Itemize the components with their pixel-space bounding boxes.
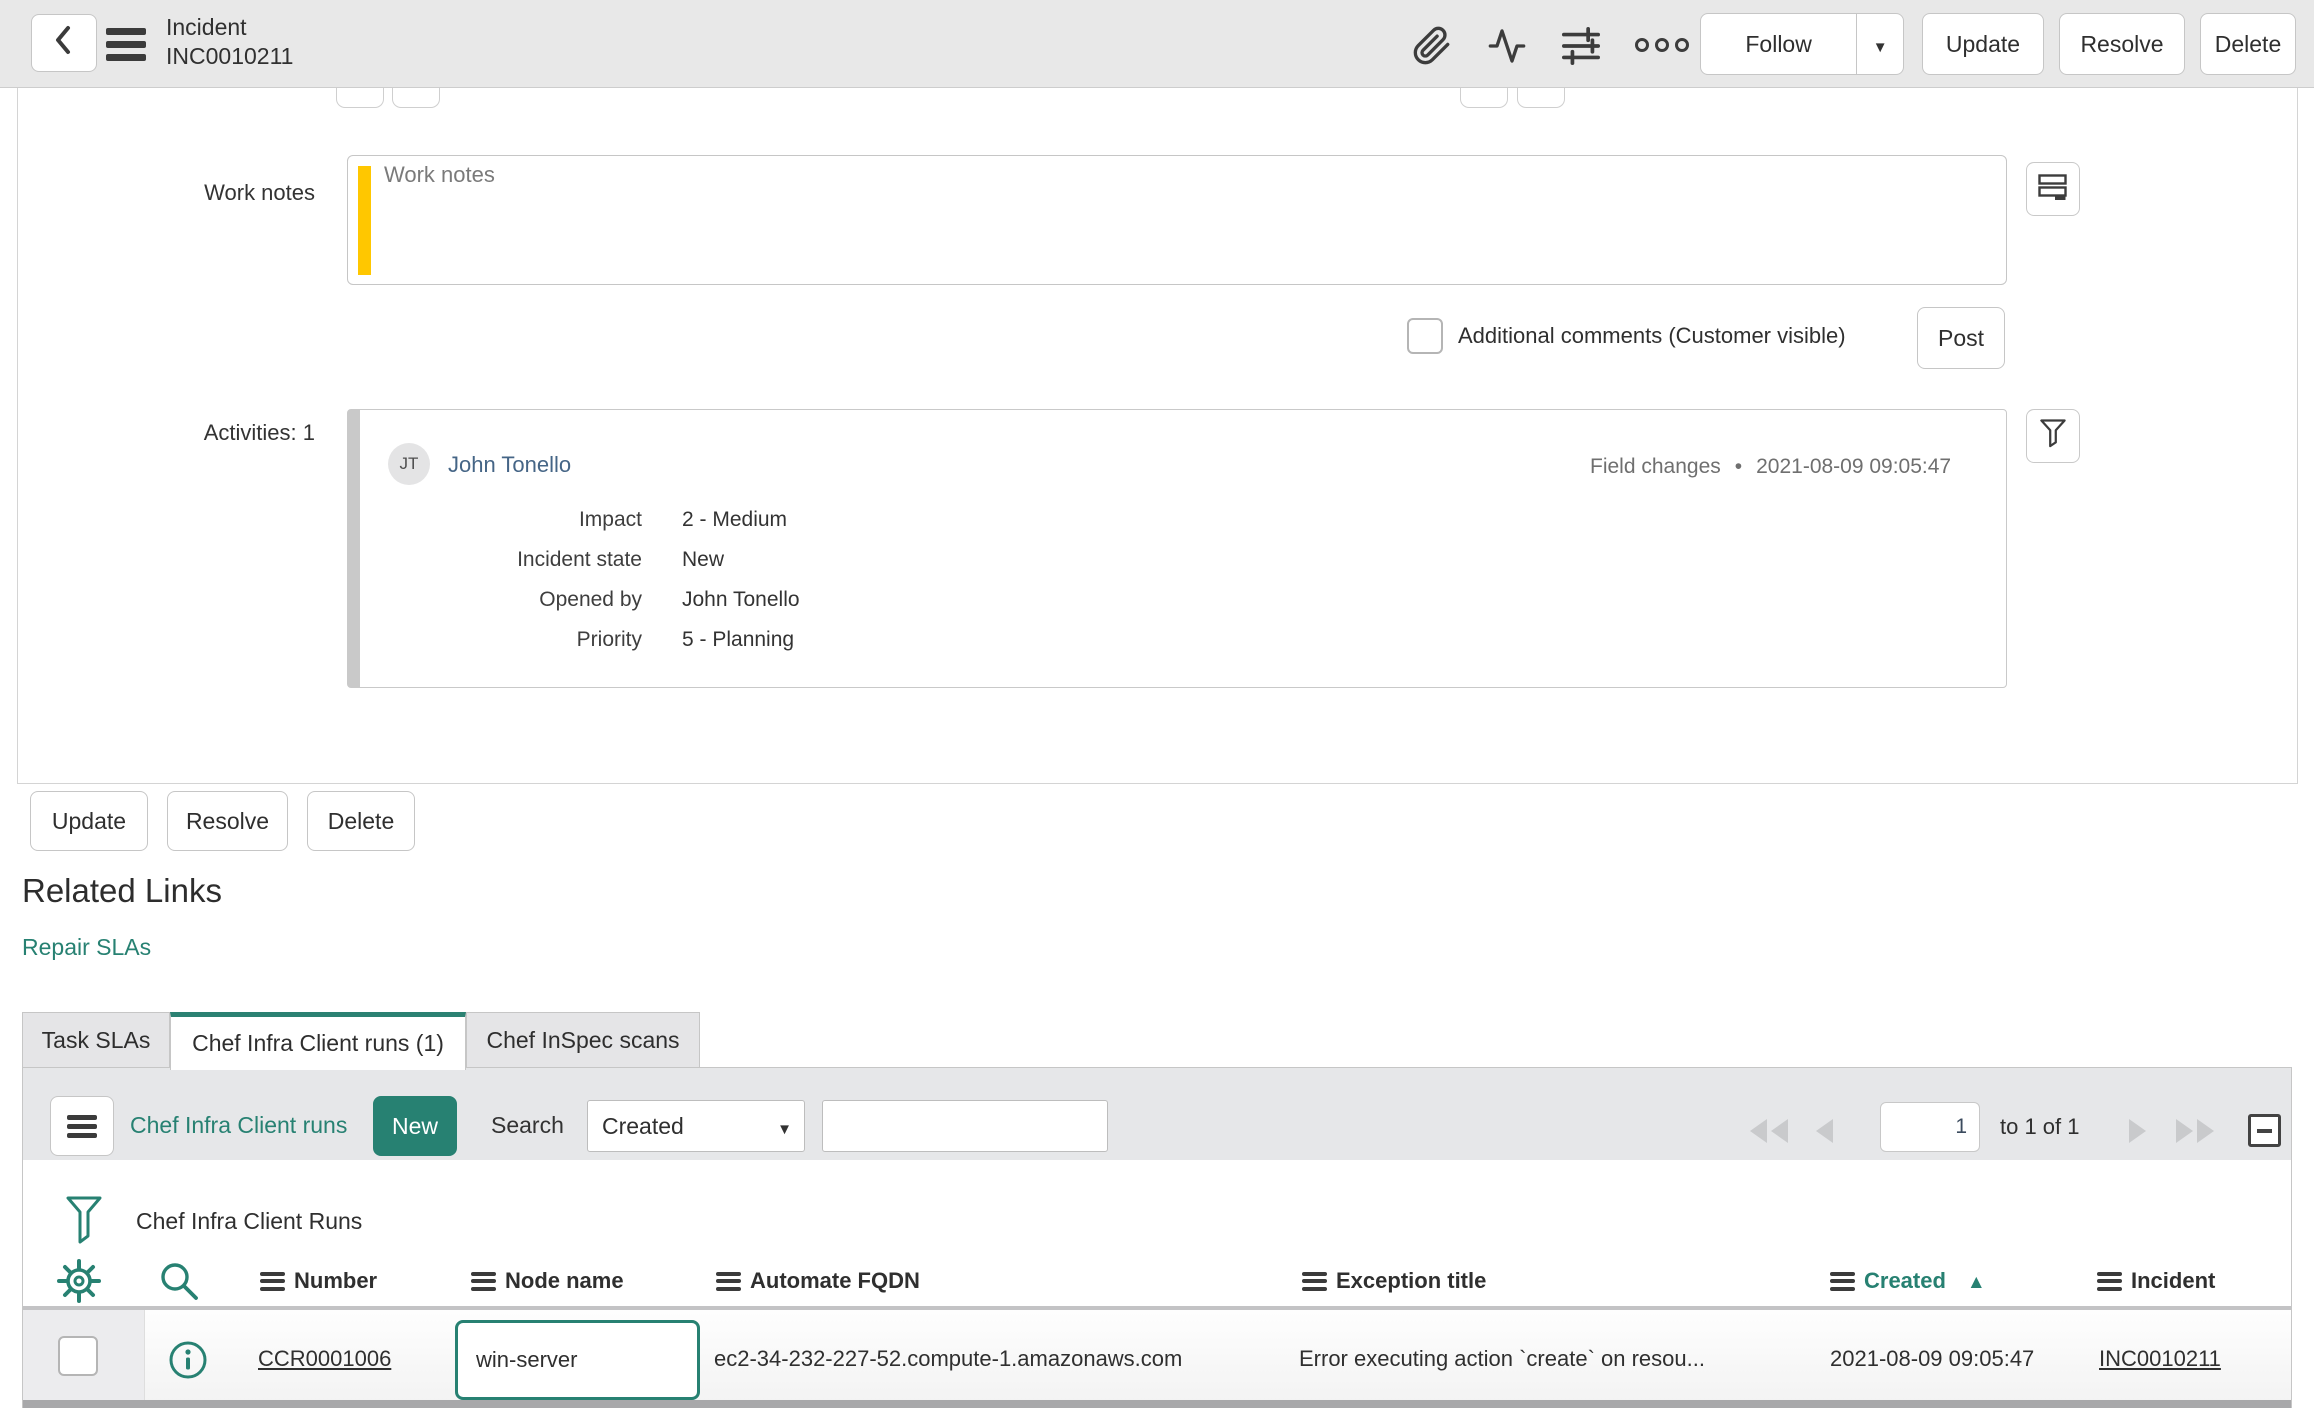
- pagination-range: to 1 of 1: [2000, 1114, 2080, 1139]
- list-title: Chef Infra Client Runs: [136, 1208, 363, 1234]
- column-header-exception-title[interactable]: Exception title: [1302, 1268, 1486, 1294]
- column-header-created[interactable]: Created: [1830, 1268, 1986, 1294]
- list-search-input[interactable]: [822, 1100, 1108, 1152]
- sort-ascending-icon: [1955, 1268, 1986, 1294]
- list-menu-button[interactable]: [50, 1096, 114, 1156]
- search-field-select[interactable]: Created: [587, 1100, 805, 1152]
- column-menu-icon: [471, 1271, 496, 1291]
- more-options-icon[interactable]: [1634, 36, 1692, 54]
- clipped-button[interactable]: [392, 88, 440, 108]
- chevron-down-icon: [777, 1113, 792, 1140]
- additional-comments-checkbox[interactable]: [1407, 318, 1443, 354]
- row-checkbox[interactable]: [58, 1336, 98, 1376]
- follow-label: Follow: [1745, 30, 1812, 57]
- page-number-input[interactable]: [1880, 1102, 1980, 1152]
- search-label: Search: [491, 1112, 564, 1138]
- related-links-title: Related Links: [22, 872, 222, 909]
- field-label: Impact: [578, 508, 642, 531]
- field-label: Incident state: [517, 548, 642, 571]
- work-notes-label: Work notes: [204, 180, 315, 205]
- clipped-button[interactable]: [1460, 88, 1508, 108]
- additional-comments-label: Additional comments (Customer visible): [1458, 323, 1846, 348]
- previous-page-button[interactable]: [1812, 1117, 1836, 1145]
- resolve-button[interactable]: Resolve: [167, 791, 288, 851]
- toggle-activity-stream-button[interactable]: [2026, 162, 2080, 216]
- post-button[interactable]: Post: [1917, 307, 2005, 369]
- work-notes-field: [347, 155, 2007, 285]
- header-delete-button[interactable]: Delete: [2200, 13, 2296, 75]
- field-label: Priority: [576, 628, 642, 651]
- avatar: JT: [388, 443, 430, 485]
- header-resolve-button[interactable]: Resolve: [2059, 13, 2185, 75]
- tab-chef-infra-client-runs[interactable]: Chef Infra Client runs (1): [170, 1012, 466, 1070]
- row-automate-fqdn: ec2-34-232-227-52.compute-1.amazonaws.co…: [714, 1346, 1183, 1371]
- info-icon[interactable]: [168, 1340, 208, 1385]
- activity-timestamp: 2021-08-09 09:05:47: [1756, 455, 1952, 478]
- activity-field-changes: Impact 2 - Medium Incident state New Ope…: [372, 508, 800, 652]
- chevron-down-icon: [1873, 31, 1888, 58]
- incident-page: Incident INC0010211 Follow Update Resolv…: [0, 0, 2314, 1408]
- row-incident-link[interactable]: INC0010211: [2099, 1346, 2221, 1372]
- field-value: John Tonello: [682, 588, 800, 611]
- funnel-icon: [2040, 418, 2066, 454]
- row-number-link[interactable]: CCR0001006: [258, 1346, 391, 1372]
- column-search-icon[interactable]: [158, 1260, 200, 1307]
- field-value: 2 - Medium: [682, 508, 788, 531]
- record-type: Incident: [166, 14, 247, 40]
- tab-task-slas[interactable]: Task SLAs: [22, 1012, 170, 1067]
- attachment-icon[interactable]: [1412, 26, 1452, 66]
- stream-rows-icon: [2038, 173, 2068, 205]
- row-exception-title: Error executing action `create` on resou…: [1299, 1346, 1705, 1371]
- page-title: Incident INC0010211: [166, 13, 293, 71]
- back-icon: [51, 24, 77, 62]
- follow-dropdown[interactable]: [1856, 13, 1903, 75]
- search-field-selected: Created: [602, 1112, 684, 1139]
- clipped-button[interactable]: [336, 88, 384, 108]
- column-menu-icon: [1830, 1271, 1855, 1291]
- activity-filter-button[interactable]: [2026, 409, 2080, 463]
- column-menu-icon: [2097, 1271, 2122, 1291]
- first-page-button[interactable]: [1746, 1117, 1792, 1145]
- menu-icon[interactable]: [106, 28, 146, 61]
- header-update-button[interactable]: Update: [1922, 13, 2044, 75]
- column-header-number[interactable]: Number: [260, 1268, 377, 1294]
- meta-separator: •: [1734, 455, 1743, 478]
- delete-button[interactable]: Delete: [307, 791, 415, 851]
- personalize-form-icon[interactable]: [1560, 26, 1602, 66]
- column-menu-icon: [1302, 1271, 1327, 1291]
- field-value: New: [682, 548, 725, 571]
- next-page-button[interactable]: [2126, 1117, 2150, 1145]
- activity-author: John Tonello: [448, 452, 572, 477]
- column-header-node-name[interactable]: Node name: [471, 1268, 624, 1294]
- list-filter-icon[interactable]: [66, 1196, 102, 1253]
- row-created: 2021-08-09 09:05:47: [1830, 1346, 2035, 1371]
- activities-label: Activities: 1: [203, 420, 315, 445]
- new-record-button[interactable]: New: [373, 1096, 457, 1156]
- list-breadcrumb-link[interactable]: Chef Infra Client runs: [130, 1112, 347, 1139]
- activity-stream-icon[interactable]: [1486, 26, 1528, 66]
- activity-type: Field changes: [1590, 455, 1721, 478]
- column-header-automate-fqdn[interactable]: Automate FQDN: [716, 1268, 920, 1294]
- work-notes-accent-bar: [358, 166, 371, 275]
- repair-slas-link[interactable]: Repair SLAs: [22, 934, 151, 961]
- back-button[interactable]: [31, 14, 97, 72]
- list-bottom-edge: [23, 1400, 2291, 1408]
- work-notes-input[interactable]: [384, 162, 1994, 278]
- gear-icon[interactable]: [56, 1258, 102, 1309]
- tab-chef-inspec-scans[interactable]: Chef InSpec scans: [466, 1012, 700, 1067]
- activity-meta: Field changes • 2021-08-09 09:05:47: [1590, 455, 1951, 479]
- follow-button[interactable]: Follow: [1700, 13, 1904, 75]
- menu-icon: [67, 1114, 97, 1138]
- column-header-incident[interactable]: Incident: [2097, 1268, 2215, 1294]
- row-node-name-cell[interactable]: win-server: [455, 1320, 700, 1400]
- field-label: Opened by: [539, 588, 642, 611]
- collapse-list-icon[interactable]: [2248, 1114, 2281, 1147]
- clipped-button[interactable]: [1517, 88, 1565, 108]
- record-number: INC0010211: [166, 43, 294, 69]
- last-page-button[interactable]: [2172, 1117, 2218, 1145]
- column-menu-icon: [260, 1271, 285, 1291]
- update-button[interactable]: Update: [30, 791, 148, 851]
- column-menu-icon: [716, 1271, 741, 1291]
- field-value: 5 - Planning: [682, 628, 795, 651]
